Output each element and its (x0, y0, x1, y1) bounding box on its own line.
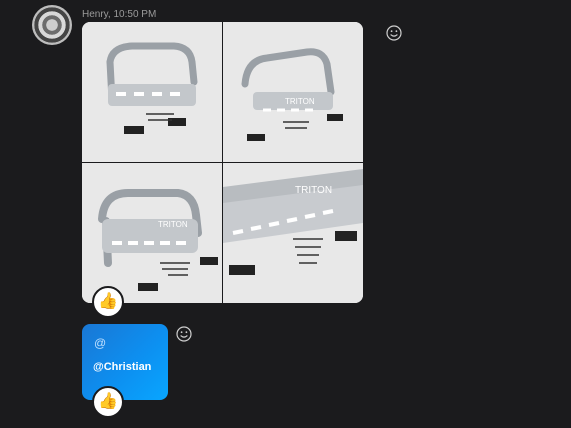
image-tile[interactable] (82, 22, 222, 162)
image-grid: TRITON TRITON TRITON (82, 22, 363, 303)
brand-text: TRITON (295, 185, 332, 196)
avatar[interactable] (32, 5, 72, 45)
bull-bar-image: TRITON (223, 22, 363, 162)
message-meta: Henry, 10:50 PM (82, 9, 157, 20)
image-tile[interactable]: TRITON (223, 22, 363, 162)
bull-bar-image: TRITON (82, 163, 222, 303)
image-tile[interactable]: TRITON (82, 163, 222, 303)
brand-text: TRITON (285, 97, 315, 106)
reaction-thumbs-up-icon[interactable]: 👍 (92, 286, 124, 318)
smiley-icon[interactable] (175, 325, 193, 343)
image-tile[interactable]: TRITON (223, 163, 363, 303)
bull-bar-image (82, 22, 222, 162)
bull-bar-image: TRITON (223, 163, 363, 303)
mention-name[interactable]: @Christian (93, 361, 151, 373)
brand-text: TRITON (158, 220, 188, 229)
mention-card[interactable]: @ @Christian (82, 324, 168, 400)
reaction-thumbs-up-icon[interactable]: 👍 (92, 386, 124, 418)
smiley-icon[interactable] (385, 24, 403, 42)
at-symbol: @ (94, 336, 107, 350)
